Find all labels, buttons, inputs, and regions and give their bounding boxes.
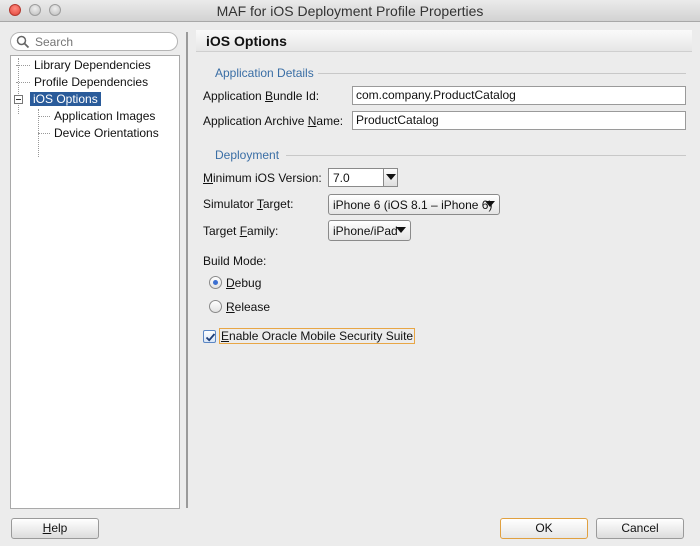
- search-box[interactable]: [10, 32, 178, 51]
- archive-name-field[interactable]: ProductCatalog: [352, 111, 686, 130]
- section-header: iOS Options: [196, 30, 692, 52]
- navigation-tree: Library Dependencies Profile Dependencie…: [10, 55, 180, 509]
- tree-item-ios-options[interactable]: iOS Options: [30, 91, 101, 107]
- tree-item-application-images[interactable]: Application Images: [54, 108, 155, 124]
- collapse-icon[interactable]: [14, 95, 23, 104]
- page-title: iOS Options: [206, 33, 287, 49]
- build-mode-label: Build Mode:: [203, 254, 267, 268]
- cancel-button[interactable]: Cancel: [596, 518, 684, 539]
- bundle-id-field[interactable]: com.company.ProductCatalog: [352, 86, 686, 105]
- title-bar: MAF for iOS Deployment Profile Propertie…: [0, 0, 700, 22]
- tree-item-label: Application Images: [54, 109, 156, 123]
- group-separator: [318, 73, 686, 74]
- bundle-id-label: Application Bundle Id:: [203, 89, 320, 103]
- archive-name-label: Application Archive Name:: [203, 114, 344, 128]
- target-family-value: iPhone/iPad: [333, 224, 398, 238]
- enable-security-checkbox[interactable]: [203, 330, 216, 343]
- search-icon: [16, 35, 30, 49]
- navigation-panel: Library Dependencies Profile Dependencie…: [8, 30, 180, 509]
- tree-item-device-orientations[interactable]: Device Orientations: [54, 125, 159, 141]
- combo-dropdown-button[interactable]: [383, 169, 397, 186]
- tree-item-library-dependencies[interactable]: Library Dependencies: [34, 57, 151, 73]
- tree-item-label: iOS Options: [30, 92, 101, 106]
- tree-item-label: Device Orientations: [54, 126, 159, 140]
- chevron-down-icon: [396, 227, 406, 233]
- enable-security-label[interactable]: Enable Oracle Mobile Security Suite: [219, 328, 416, 344]
- tree-item-label: Profile Dependencies: [34, 75, 149, 89]
- min-ios-version-label: Minimum iOS Version:: [203, 171, 322, 185]
- debug-radio[interactable]: [209, 276, 222, 289]
- simulator-target-label: Simulator Target:: [203, 197, 294, 211]
- deployment-group-label: Deployment: [215, 148, 280, 162]
- tree-connector: [38, 133, 50, 134]
- group-separator: [286, 155, 686, 156]
- radio-selected-dot: [213, 280, 218, 285]
- simulator-target-dropdown[interactable]: iPhone 6 (iOS 8.1 – iPhone 6): [328, 194, 500, 215]
- min-ios-version-value: 7.0: [333, 171, 350, 185]
- tree-connector: [38, 116, 50, 117]
- tree-connector: [18, 58, 19, 114]
- debug-radio-label[interactable]: Debug: [226, 276, 261, 290]
- release-radio-label[interactable]: Release: [226, 300, 270, 314]
- simulator-target-value: iPhone 6 (iOS 8.1 – iPhone 6): [333, 198, 493, 212]
- chevron-down-icon: [386, 174, 396, 180]
- checkmark-icon: [205, 333, 216, 342]
- chevron-down-icon: [485, 201, 495, 207]
- search-input[interactable]: [35, 34, 171, 49]
- ok-button[interactable]: OK: [500, 518, 588, 539]
- release-radio[interactable]: [209, 300, 222, 313]
- panel-splitter[interactable]: [186, 32, 188, 508]
- tree-item-label: Library Dependencies: [34, 58, 151, 72]
- application-details-group-label: Application Details: [215, 66, 314, 80]
- window-title: MAF for iOS Deployment Profile Propertie…: [216, 3, 484, 19]
- help-button[interactable]: Help: [11, 518, 99, 539]
- ios-options-panel: iOS Options Application Details Applicat…: [196, 30, 692, 508]
- min-ios-version-combo[interactable]: 7.0: [328, 168, 398, 187]
- tree-item-profile-dependencies[interactable]: Profile Dependencies: [34, 74, 148, 90]
- target-family-dropdown[interactable]: iPhone/iPad: [328, 220, 411, 241]
- target-family-label: Target Family:: [203, 224, 279, 238]
